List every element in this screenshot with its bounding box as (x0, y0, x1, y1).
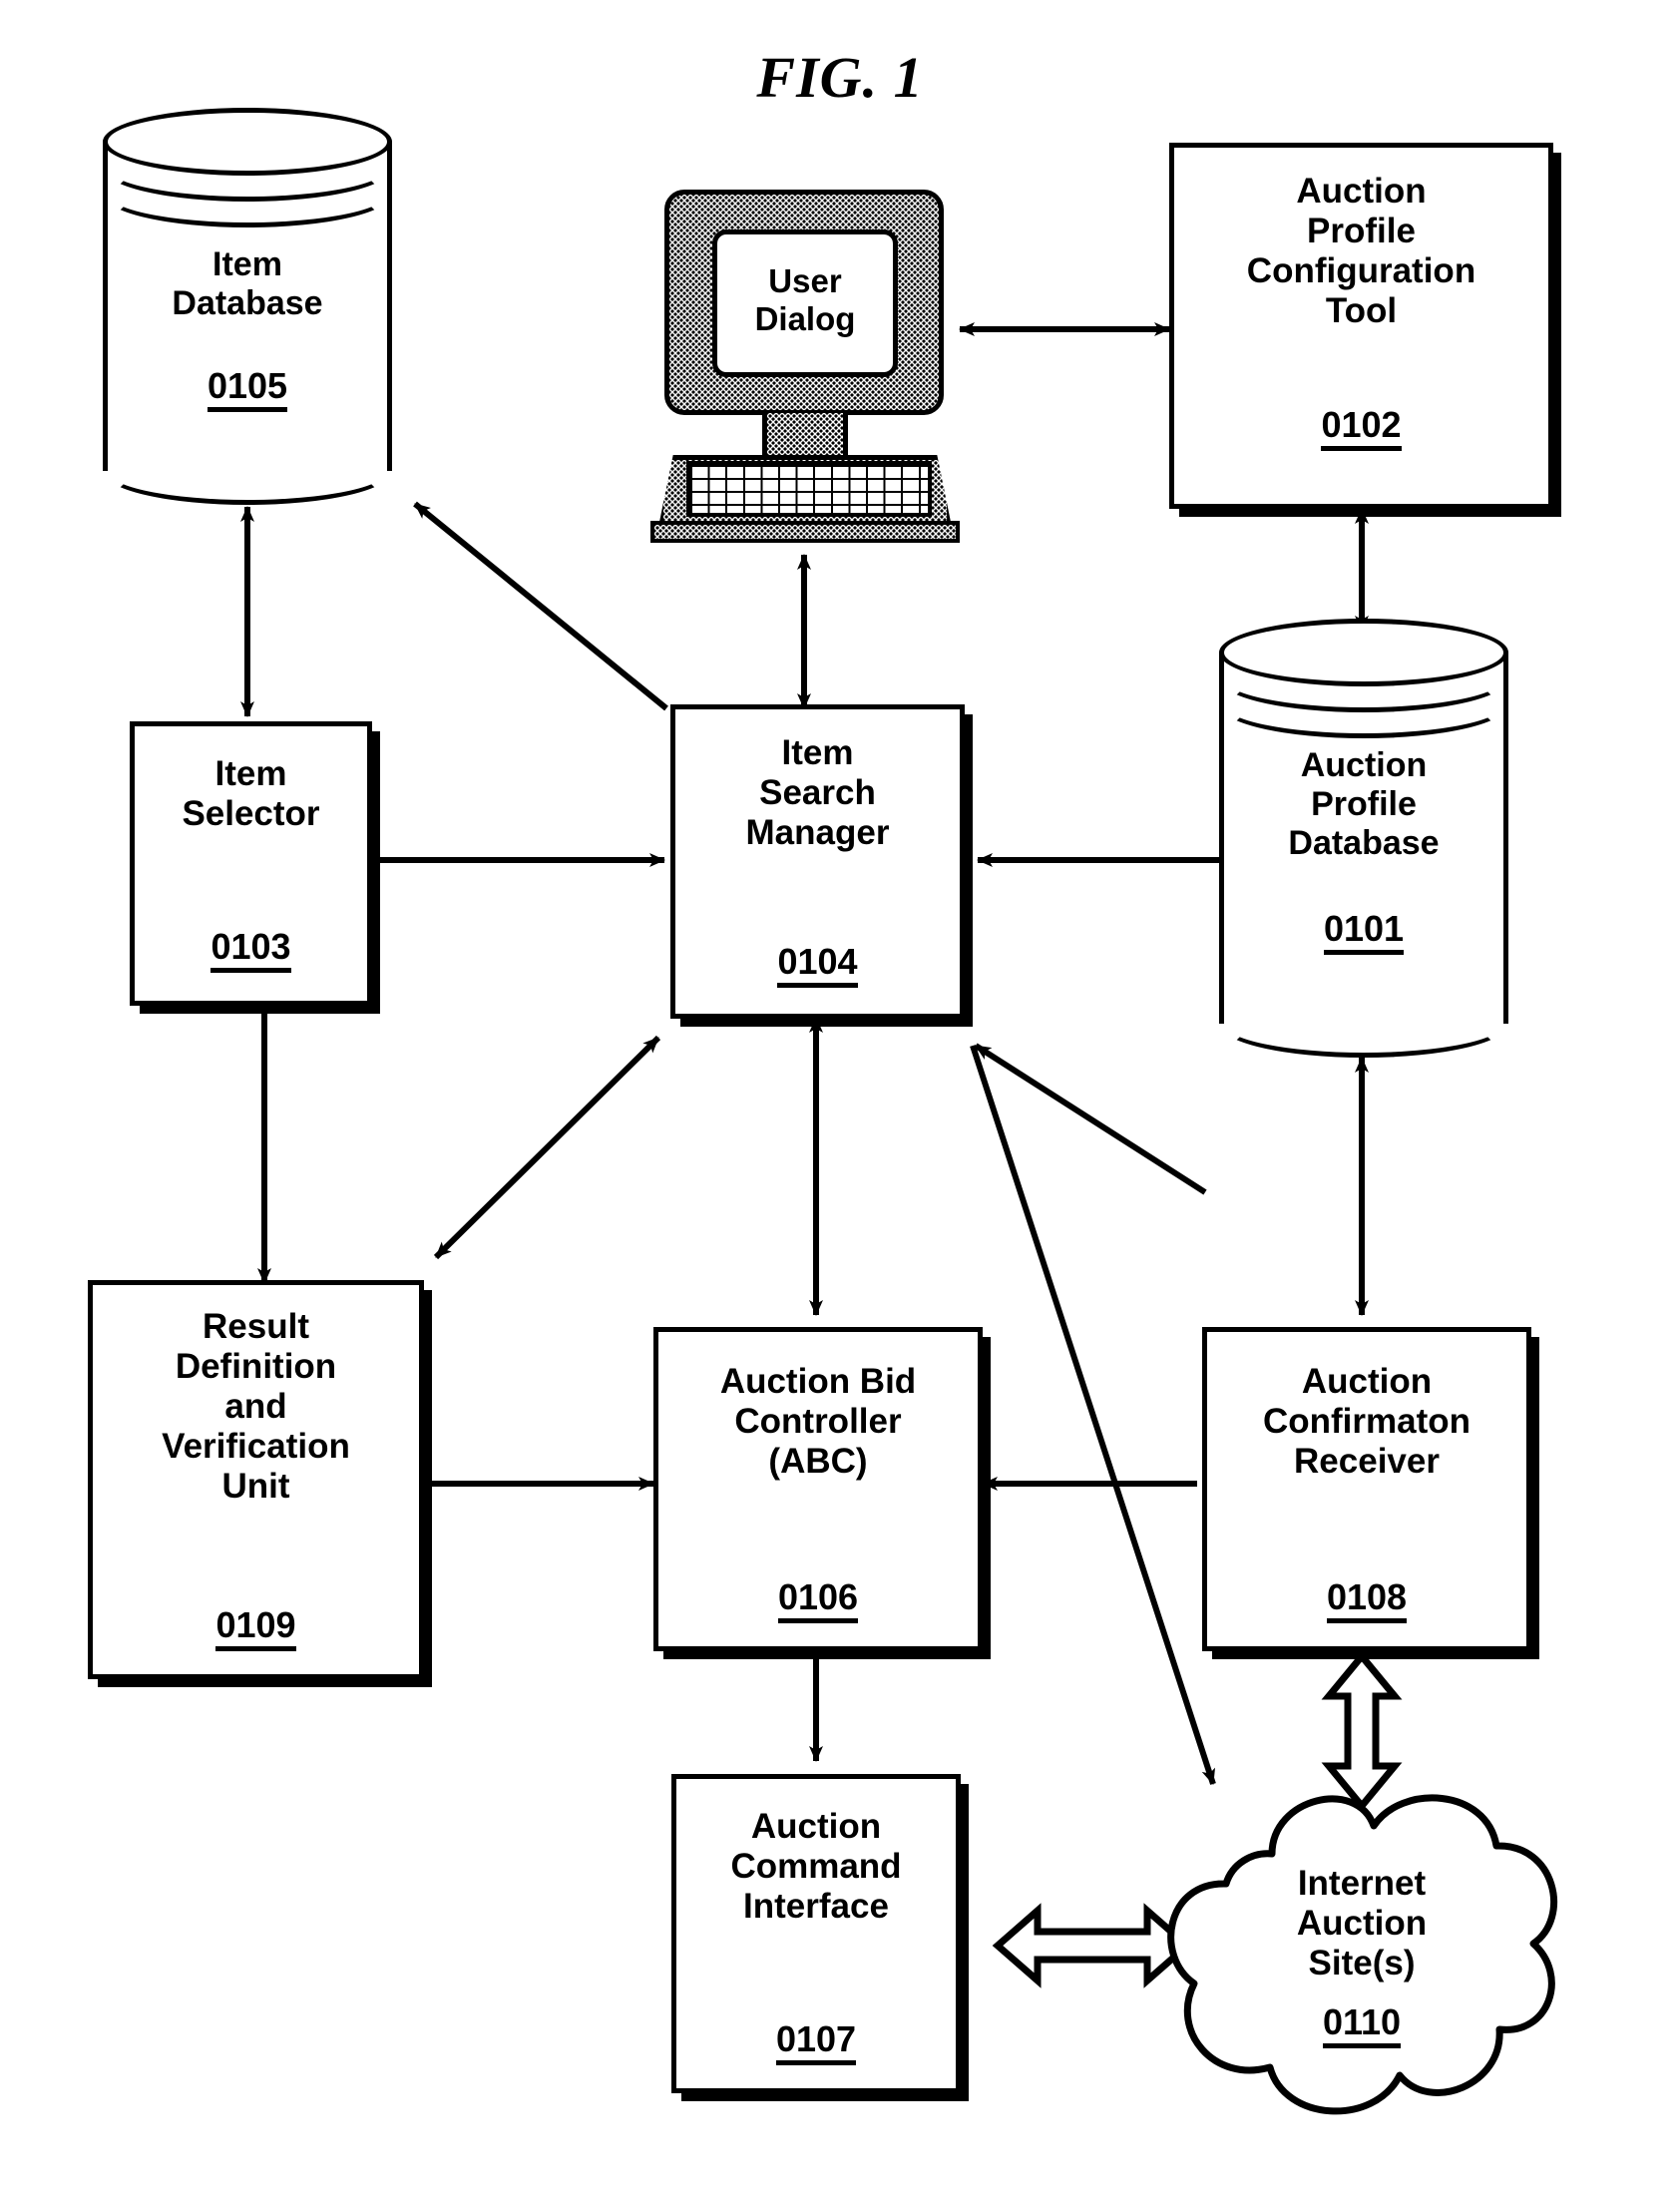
node-ref: 0103 (135, 926, 367, 973)
monitor-stand (762, 413, 848, 459)
node-auction-confirmaton-receiver[interactable]: Auction Confirmaton Receiver 0108 (1202, 1327, 1531, 1651)
monitor-screen: User Dialog (712, 229, 898, 377)
node-label: Auction Bid Controller (ABC) (719, 1362, 917, 1481)
node-ref: 0101 (1219, 908, 1508, 955)
node-ref: 0110 (1152, 2001, 1571, 2048)
edge-ism-itemdb (413, 501, 668, 711)
node-label: Auction Confirmaton Receiver (1262, 1362, 1471, 1481)
node-auction-bid-controller[interactable]: Auction Bid Controller (ABC) 0106 (653, 1327, 983, 1651)
figure-page: FIG. 1 Item Database 0105 User Dialog Au… (0, 0, 1680, 2207)
node-user-dialog[interactable]: User Dialog (650, 190, 960, 549)
node-label: Item Search Manager (745, 733, 890, 852)
node-label: Result Definition and Verification Unit (162, 1307, 350, 1506)
node-auction-profile-database[interactable]: Auction Profile Database 0101 (1219, 619, 1508, 1058)
node-item-selector[interactable]: Item Selector 0103 (130, 721, 372, 1006)
edge-ism-rdvu (433, 1035, 661, 1260)
node-internet-auction-sites[interactable]: Internet Auction Site(s) 0110 (1152, 1736, 1571, 2135)
edge-ism-cloud (970, 1045, 1216, 1785)
node-ref: 0106 (658, 1576, 978, 1623)
node-label: Item Selector (182, 754, 320, 833)
keyboard-keys (686, 461, 932, 517)
keyboard-base (650, 521, 960, 543)
node-ref: 0104 (675, 941, 960, 988)
node-item-search-manager[interactable]: Item Search Manager 0104 (670, 704, 965, 1019)
node-label: User Dialog (754, 262, 856, 338)
node-label: Item Database (172, 245, 323, 322)
node-label: Internet Auction Site(s) (1296, 1864, 1428, 1983)
cylinder-ring-2 (1219, 670, 1508, 738)
node-label: Auction Profile Configuration Tool (1246, 172, 1476, 330)
cylinder-ring-2 (103, 160, 392, 227)
node-auction-command-interface[interactable]: Auction Command Interface 0107 (671, 1774, 961, 2093)
node-label: Auction Command Interface (730, 1807, 902, 1926)
node-result-definition-and-verification-unit[interactable]: Result Definition and Verification Unit … (88, 1280, 424, 1679)
cylinder-bottom-ellipse (103, 437, 392, 505)
node-ref: 0108 (1207, 1576, 1526, 1623)
node-ref: 0107 (676, 2018, 956, 2065)
node-item-database[interactable]: Item Database 0105 (103, 108, 392, 507)
node-label: Auction Profile Database (1288, 746, 1440, 862)
figure-title: FIG. 1 (756, 45, 924, 110)
node-ref: 0109 (93, 1604, 419, 1651)
node-auction-profile-configuration-tool[interactable]: Auction Profile Configuration Tool 0102 (1169, 143, 1553, 509)
node-ref: 0105 (103, 365, 392, 412)
node-ref: 0102 (1174, 404, 1548, 451)
edge-acr-ism (974, 1043, 1207, 1195)
cylinder-bottom-ellipse (1219, 990, 1508, 1058)
